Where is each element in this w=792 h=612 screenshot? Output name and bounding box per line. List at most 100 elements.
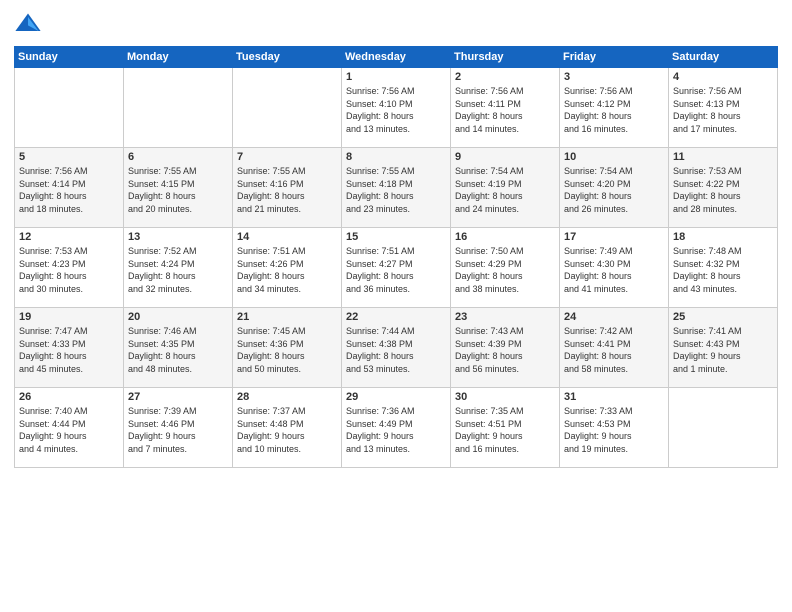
day-info: Sunrise: 7:33 AM Sunset: 4:53 PM Dayligh…: [564, 405, 664, 455]
calendar-cell: 12Sunrise: 7:53 AM Sunset: 4:23 PM Dayli…: [15, 228, 124, 308]
calendar-cell: [233, 68, 342, 148]
day-info: Sunrise: 7:42 AM Sunset: 4:41 PM Dayligh…: [564, 325, 664, 375]
day-info: Sunrise: 7:36 AM Sunset: 4:49 PM Dayligh…: [346, 405, 446, 455]
calendar-cell: 2 Sunrise: 7:56 AM Sunset: 4:11 PM Daylig…: [451, 68, 560, 148]
calendar-cell: 17 Sunrise: 7:49 AM Sunset: 4:30 PM Dayli…: [560, 228, 669, 308]
calendar-cell: 21 Sunrise: 7:45 AM Sunset: 4:36 PM Dayli…: [233, 308, 342, 388]
calendar-cell: 4 Sunrise: 7:56 AM Sunset: 4:13 PM Daylig…: [669, 68, 778, 148]
calendar-cell: [669, 388, 778, 468]
calendar-week-row: 12Sunrise: 7:53 AM Sunset: 4:23 PM Dayli…: [15, 228, 778, 308]
calendar-cell: 25 Sunrise: 7:41 AM Sunset: 4:43 PM Dayli…: [669, 308, 778, 388]
calendar-cell: 31 Sunrise: 7:33 AM Sunset: 4:53 PM Dayli…: [560, 388, 669, 468]
day-info: Sunrise: 7:48 AM Sunset: 4:32 PM Dayligh…: [673, 245, 773, 295]
day-number: 10: [564, 151, 664, 163]
weekday-header: Tuesday: [233, 47, 342, 68]
calendar-cell: 30 Sunrise: 7:35 AM Sunset: 4:51 PM Dayli…: [451, 388, 560, 468]
weekday-header-row: SundayMondayTuesdayWednesdayThursdayFrid…: [15, 47, 778, 68]
day-info: Sunrise: 7:40 AM Sunset: 4:44 PM Dayligh…: [19, 405, 119, 455]
day-info: Sunrise: 7:39 AM Sunset: 4:46 PM Dayligh…: [128, 405, 228, 455]
day-number: 23: [455, 311, 555, 323]
day-number: 1: [346, 71, 446, 83]
day-info: Sunrise: 7:55 AM Sunset: 4:15 PM Dayligh…: [128, 165, 228, 215]
calendar-cell: 9Sunrise: 7:54 AM Sunset: 4:19 PM Daylig…: [451, 148, 560, 228]
calendar-cell: 14 Sunrise: 7:51 AM Sunset: 4:26 PM Dayli…: [233, 228, 342, 308]
day-info: Sunrise: 7:37 AM Sunset: 4:48 PM Dayligh…: [237, 405, 337, 455]
day-info: Sunrise: 7:52 AM Sunset: 4:24 PM Dayligh…: [128, 245, 228, 295]
day-info: Sunrise: 7:56 AM Sunset: 4:11 PM Dayligh…: [455, 85, 555, 135]
day-number: 8: [346, 151, 446, 163]
day-info: Sunrise: 7:56 AM Sunset: 4:14 PM Dayligh…: [19, 165, 119, 215]
day-number: 3: [564, 71, 664, 83]
calendar-cell: 24 Sunrise: 7:42 AM Sunset: 4:41 PM Dayli…: [560, 308, 669, 388]
day-info: Sunrise: 7:46 AM Sunset: 4:35 PM Dayligh…: [128, 325, 228, 375]
day-info: Sunrise: 7:55 AM Sunset: 4:16 PM Dayligh…: [237, 165, 337, 215]
day-number: 31: [564, 391, 664, 403]
day-info: Sunrise: 7:55 AM Sunset: 4:18 PM Dayligh…: [346, 165, 446, 215]
day-number: 17: [564, 231, 664, 243]
day-info: Sunrise: 7:51 AM Sunset: 4:26 PM Dayligh…: [237, 245, 337, 295]
day-info: Sunrise: 7:47 AM Sunset: 4:33 PM Dayligh…: [19, 325, 119, 375]
day-number: 30: [455, 391, 555, 403]
day-info: Sunrise: 7:54 AM Sunset: 4:20 PM Dayligh…: [564, 165, 664, 215]
day-info: Sunrise: 7:50 AM Sunset: 4:29 PM Dayligh…: [455, 245, 555, 295]
calendar-week-row: 1Sunrise: 7:56 AM Sunset: 4:10 PM Daylig…: [15, 68, 778, 148]
day-info: Sunrise: 7:44 AM Sunset: 4:38 PM Dayligh…: [346, 325, 446, 375]
calendar-cell: 11Sunrise: 7:53 AM Sunset: 4:22 PM Dayli…: [669, 148, 778, 228]
calendar-cell: 28Sunrise: 7:37 AM Sunset: 4:48 PM Dayli…: [233, 388, 342, 468]
day-number: 6: [128, 151, 228, 163]
calendar-cell: 27 Sunrise: 7:39 AM Sunset: 4:46 PM Dayli…: [124, 388, 233, 468]
day-info: Sunrise: 7:56 AM Sunset: 4:12 PM Dayligh…: [564, 85, 664, 135]
day-number: 13: [128, 231, 228, 243]
calendar-cell: 6 Sunrise: 7:55 AM Sunset: 4:15 PM Daylig…: [124, 148, 233, 228]
calendar-cell: 18Sunrise: 7:48 AM Sunset: 4:32 PM Dayli…: [669, 228, 778, 308]
calendar-cell: 26 Sunrise: 7:40 AM Sunset: 4:44 PM Dayli…: [15, 388, 124, 468]
calendar-cell: 29 Sunrise: 7:36 AM Sunset: 4:49 PM Dayli…: [342, 388, 451, 468]
day-number: 27: [128, 391, 228, 403]
day-number: 21: [237, 311, 337, 323]
calendar-week-row: 19 Sunrise: 7:47 AM Sunset: 4:33 PM Dayli…: [15, 308, 778, 388]
header: [14, 10, 778, 38]
weekday-header: Friday: [560, 47, 669, 68]
calendar-cell: 7Sunrise: 7:55 AM Sunset: 4:16 PM Daylig…: [233, 148, 342, 228]
calendar-cell: 13 Sunrise: 7:52 AM Sunset: 4:24 PM Dayli…: [124, 228, 233, 308]
weekday-header: Wednesday: [342, 47, 451, 68]
day-number: 24: [564, 311, 664, 323]
day-info: Sunrise: 7:41 AM Sunset: 4:43 PM Dayligh…: [673, 325, 773, 375]
day-info: Sunrise: 7:56 AM Sunset: 4:13 PM Dayligh…: [673, 85, 773, 135]
calendar-cell: 8 Sunrise: 7:55 AM Sunset: 4:18 PM Daylig…: [342, 148, 451, 228]
day-number: 14: [237, 231, 337, 243]
logo: [14, 10, 44, 38]
day-info: Sunrise: 7:35 AM Sunset: 4:51 PM Dayligh…: [455, 405, 555, 455]
day-info: Sunrise: 7:45 AM Sunset: 4:36 PM Dayligh…: [237, 325, 337, 375]
day-number: 2: [455, 71, 555, 83]
calendar: SundayMondayTuesdayWednesdayThursdayFrid…: [14, 46, 778, 468]
day-number: 20: [128, 311, 228, 323]
day-number: 15: [346, 231, 446, 243]
calendar-cell: 16 Sunrise: 7:50 AM Sunset: 4:29 PM Dayli…: [451, 228, 560, 308]
day-info: Sunrise: 7:53 AM Sunset: 4:23 PM Dayligh…: [19, 245, 119, 295]
weekday-header: Saturday: [669, 47, 778, 68]
day-number: 22: [346, 311, 446, 323]
day-info: Sunrise: 7:49 AM Sunset: 4:30 PM Dayligh…: [564, 245, 664, 295]
day-number: 5: [19, 151, 119, 163]
day-number: 16: [455, 231, 555, 243]
weekday-header: Sunday: [15, 47, 124, 68]
calendar-cell: 22 Sunrise: 7:44 AM Sunset: 4:38 PM Dayli…: [342, 308, 451, 388]
day-number: 9: [455, 151, 555, 163]
day-number: 4: [673, 71, 773, 83]
day-number: 25: [673, 311, 773, 323]
weekday-header: Thursday: [451, 47, 560, 68]
day-number: 11: [673, 151, 773, 163]
calendar-cell: 19 Sunrise: 7:47 AM Sunset: 4:33 PM Dayli…: [15, 308, 124, 388]
page: SundayMondayTuesdayWednesdayThursdayFrid…: [0, 0, 792, 612]
calendar-cell: 20 Sunrise: 7:46 AM Sunset: 4:35 PM Dayli…: [124, 308, 233, 388]
day-number: 29: [346, 391, 446, 403]
calendar-week-row: 5 Sunrise: 7:56 AM Sunset: 4:14 PM Daylig…: [15, 148, 778, 228]
calendar-cell: 15Sunrise: 7:51 AM Sunset: 4:27 PM Dayli…: [342, 228, 451, 308]
calendar-cell: [15, 68, 124, 148]
calendar-cell: [124, 68, 233, 148]
logo-icon: [14, 10, 42, 38]
calendar-cell: 10 Sunrise: 7:54 AM Sunset: 4:20 PM Dayli…: [560, 148, 669, 228]
day-number: 26: [19, 391, 119, 403]
day-number: 19: [19, 311, 119, 323]
